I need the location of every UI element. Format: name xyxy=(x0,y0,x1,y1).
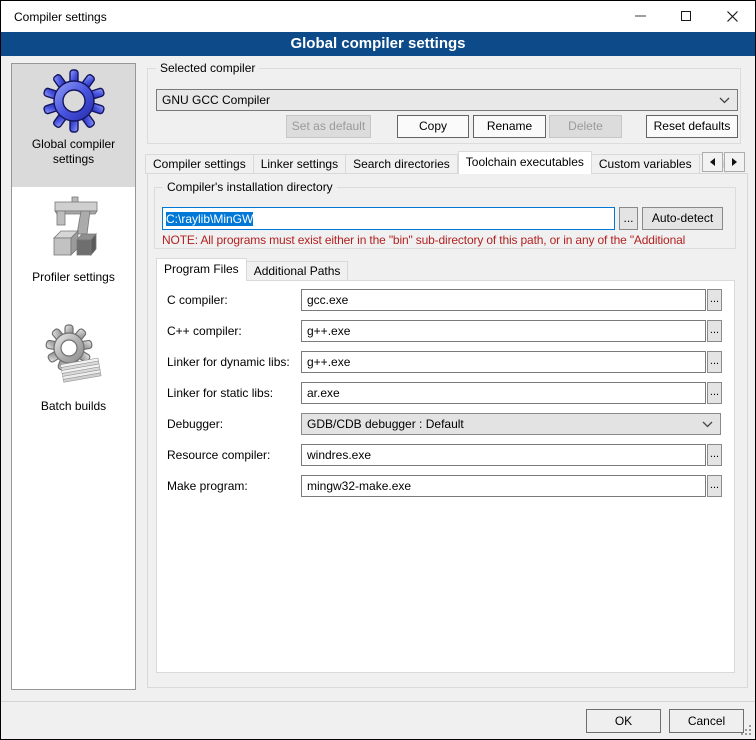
bin-subdirectory-note: NOTE: All programs must exist either in … xyxy=(162,233,733,247)
c-compiler-browse-button[interactable]: ... xyxy=(707,289,722,311)
page-banner: Global compiler settings xyxy=(1,32,755,56)
compiler-select[interactable]: GNU GCC Compiler xyxy=(156,89,738,111)
group-legend: Selected compiler xyxy=(156,61,259,75)
make-program-browse-button[interactable]: ... xyxy=(707,475,722,497)
tab-compiler-settings[interactable]: Compiler settings xyxy=(145,154,254,174)
static-linker-browse-button[interactable]: ... xyxy=(707,382,722,404)
field-row-dynamic-linker: Linker for dynamic libs: ... xyxy=(157,351,734,373)
tab-scroll-left-button[interactable] xyxy=(702,152,723,172)
tab-scroll-right-button[interactable] xyxy=(724,152,745,172)
resize-grip[interactable] xyxy=(740,724,752,736)
minimize-icon xyxy=(635,15,646,17)
dynamic-linker-browse-button[interactable]: ... xyxy=(707,351,722,373)
copy-button[interactable]: Copy xyxy=(397,115,469,138)
maximize-icon xyxy=(681,11,691,21)
tab-search-directories[interactable]: Search directories xyxy=(346,154,458,174)
installation-directory-value: C:\raylib\MinGW xyxy=(166,212,253,226)
debugger-select[interactable]: GDB/CDB debugger : Default xyxy=(301,413,721,435)
field-label: Linker for dynamic libs: xyxy=(167,355,290,369)
auto-detect-button[interactable]: Auto-detect xyxy=(642,207,723,230)
sidebar-item-batch-builds[interactable]: Batch builds xyxy=(12,318,135,414)
program-files-panel: C compiler: ... C++ compiler: ... Linker… xyxy=(156,280,735,673)
delete-button[interactable]: Delete xyxy=(549,115,622,138)
field-row-static-linker: Linker for static libs: ... xyxy=(157,382,734,404)
close-button[interactable] xyxy=(709,1,755,31)
cpp-compiler-browse-button[interactable]: ... xyxy=(707,320,722,342)
window-title: Compiler settings xyxy=(14,10,107,24)
tab-toolchain-executables[interactable]: Toolchain executables xyxy=(458,151,592,174)
set-as-default-button[interactable]: Set as default xyxy=(286,115,371,138)
installation-directory-input[interactable]: C:\raylib\MinGW xyxy=(162,207,615,230)
settings-tabstrip: Compiler settings Linker settings Search… xyxy=(145,151,727,174)
sidebar-item-global-compiler-settings[interactable]: Global compiler settings xyxy=(12,64,135,187)
subtab-program-files[interactable]: Program Files xyxy=(156,258,247,281)
chevron-down-icon xyxy=(719,97,730,104)
field-row-debugger: Debugger: GDB/CDB debugger : Default xyxy=(157,413,734,435)
sidebar-item-label: Profiler settings xyxy=(18,270,130,285)
selected-compiler-group: Selected compiler GNU GCC Compiler Set a… xyxy=(147,68,741,144)
resource-compiler-browse-button[interactable]: ... xyxy=(707,444,722,466)
compiler-select-value: GNU GCC Compiler xyxy=(162,93,719,107)
field-row-make-program: Make program: ... xyxy=(157,475,734,497)
field-row-cpp-compiler: C++ compiler: ... xyxy=(157,320,734,342)
batch-builds-icon xyxy=(42,323,106,395)
program-files-tabstrip: Program Files Additional Paths xyxy=(156,258,348,281)
rename-button[interactable]: Rename xyxy=(473,115,546,138)
reset-defaults-button[interactable]: Reset defaults xyxy=(646,115,738,138)
sidebar-item-label: Global compiler settings xyxy=(18,137,130,167)
field-label: C++ compiler: xyxy=(167,324,242,338)
installation-directory-group: Compiler's installation directory C:\ray… xyxy=(154,187,736,249)
dynamic-linker-input[interactable] xyxy=(301,351,706,373)
field-label: Make program: xyxy=(167,479,248,493)
tab-linker-settings[interactable]: Linker settings xyxy=(254,154,346,174)
settings-category-list: Global compiler settings Profil xyxy=(11,63,136,690)
ok-button[interactable]: OK xyxy=(586,709,661,733)
debugger-select-value: GDB/CDB debugger : Default xyxy=(307,417,702,431)
c-compiler-input[interactable] xyxy=(301,289,706,311)
close-icon xyxy=(727,11,738,22)
browse-directory-button[interactable]: ... xyxy=(619,207,638,230)
minimize-button[interactable] xyxy=(617,1,663,31)
footer-divider xyxy=(1,701,755,702)
sidebar-item-label: Batch builds xyxy=(18,399,130,414)
field-row-resource-compiler: Resource compiler: ... xyxy=(157,444,734,466)
field-label: Resource compiler: xyxy=(167,448,270,462)
sidebar-item-profiler-settings[interactable]: Profiler settings xyxy=(12,191,135,285)
field-row-c-compiler: C compiler: ... xyxy=(157,289,734,311)
field-label: Linker for static libs: xyxy=(167,386,273,400)
arrow-right-icon xyxy=(732,158,737,166)
blue-gear-icon xyxy=(42,69,106,133)
arrow-left-icon xyxy=(710,158,715,166)
toolchain-executables-page: Compiler's installation directory C:\ray… xyxy=(147,173,748,688)
group-legend: Compiler's installation directory xyxy=(163,180,337,194)
make-program-input[interactable] xyxy=(301,475,706,497)
static-linker-input[interactable] xyxy=(301,382,706,404)
cpp-compiler-input[interactable] xyxy=(301,320,706,342)
cancel-button[interactable]: Cancel xyxy=(669,709,744,733)
field-label: Debugger: xyxy=(167,417,223,431)
field-label: C compiler: xyxy=(167,293,228,307)
maximize-button[interactable] xyxy=(663,1,709,31)
chevron-down-icon xyxy=(702,421,713,428)
compiler-settings-dialog: Compiler settings Global compiler settin… xyxy=(0,0,756,740)
caliper-icon xyxy=(42,196,106,266)
subtab-additional-paths[interactable]: Additional Paths xyxy=(247,261,349,281)
resource-compiler-input[interactable] xyxy=(301,444,706,466)
tab-custom-variables[interactable]: Custom variables xyxy=(592,154,700,174)
